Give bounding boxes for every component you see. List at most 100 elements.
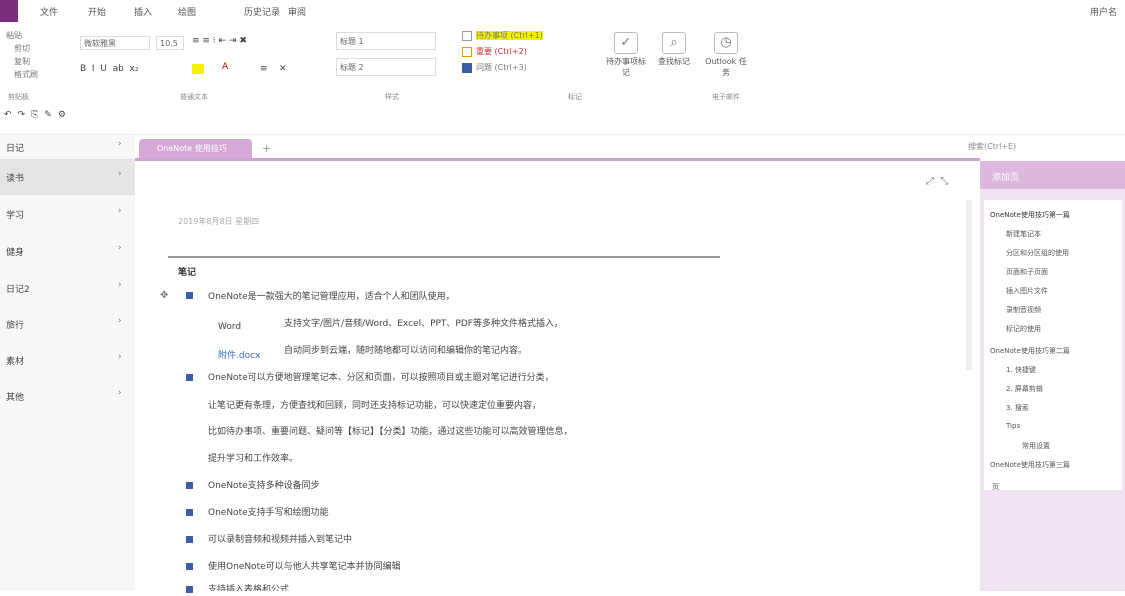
note-line[interactable]: OneNote支持多种设备同步 [208, 478, 320, 491]
font-size-select[interactable]: 10.5 [156, 36, 184, 50]
notebook-item-2[interactable]: 学习 › [0, 196, 135, 232]
outlook-tasks-button[interactable]: ◷ Outlook 任务 [702, 32, 750, 78]
note-line[interactable]: OneNote可以方便地管理笔记本、分区和页面，可以按照项目或主题对笔记进行分类… [208, 370, 554, 383]
notebook-label: 读书 [6, 174, 25, 184]
tab-home[interactable]: 开始 [88, 5, 106, 18]
question-icon [462, 62, 472, 73]
font-grow-icons[interactable]: ≡ ≡ ⁝ ⇤ ⇥ ✖ [192, 36, 247, 46]
bullet-icon [186, 536, 193, 543]
note-line[interactable]: 可以录制音频和视频并插入到笔记中 [208, 532, 352, 545]
add-section-icon[interactable]: + [262, 142, 271, 155]
notebook-label: 其他 [6, 393, 25, 403]
search-input[interactable]: 搜索(Ctrl+E) [968, 141, 1118, 155]
page-item[interactable]: 新建笔记本 [1006, 229, 1041, 239]
tag-todo-label: 待办事项 (Ctrl+1) [476, 31, 543, 40]
word-attachment[interactable]: Word [218, 322, 241, 332]
page-item[interactable]: 3. 搜索 [1006, 403, 1029, 413]
list-item [186, 535, 193, 546]
tag-question[interactable]: 问题 (Ctrl+3) [462, 62, 527, 73]
move-handle-icon[interactable]: ✥ [160, 290, 168, 301]
note-line[interactable]: OneNote是一款强大的笔记管理应用，适合个人和团队使用， [208, 289, 455, 302]
section-tab[interactable]: OneNote 使用技巧 [139, 139, 252, 159]
ribbon-tab-bar: 文件 开始 插入 绘图 历史记录 审阅 视图 用户名 [0, 0, 1125, 24]
undo-icon[interactable]: ↶ [4, 110, 18, 120]
chevron-right-icon: › [118, 139, 122, 149]
todo-tag-button[interactable]: ✓ 待办事项标记 [604, 32, 648, 78]
page-item[interactable]: 2. 屏幕剪辑 [1006, 384, 1043, 394]
page-item[interactable]: 常用设置 [1022, 441, 1050, 451]
tab-draw[interactable]: 绘图 [178, 5, 196, 18]
outlook-icon: ◷ [714, 32, 738, 54]
tab-insert[interactable]: 插入 [134, 5, 152, 18]
notebook-item-7[interactable]: 其他 › [0, 378, 135, 414]
settings-icon[interactable]: ⚙ [58, 110, 72, 120]
page-item[interactable]: 录制音视频 [1006, 305, 1041, 315]
outlook-tasks-button-label: Outlook 任务 [705, 57, 747, 77]
basic-text-group-label: 普通文本 [180, 93, 208, 101]
notebook-item-1[interactable]: 读书 › [0, 159, 135, 195]
expand-icon[interactable]: ⤢ ⤡ [926, 176, 948, 187]
font-color-icon[interactable]: A [222, 62, 228, 72]
list-item [186, 373, 193, 384]
notebook-item-4[interactable]: 日记2 › [0, 270, 135, 306]
page-scrollbar[interactable] [966, 200, 972, 370]
attachment-link[interactable]: 附件.docx [218, 348, 260, 361]
note-line[interactable]: 使用OneNote可以与他人共享笔记本并协同编辑 [208, 559, 401, 572]
user-name[interactable]: 用户名 [1090, 5, 1117, 18]
page-item[interactable]: Tips [1006, 422, 1020, 430]
page-item[interactable]: OneNote使用技巧第二篇 [990, 346, 1070, 356]
chevron-right-icon: › [118, 352, 122, 362]
highlight-icon[interactable] [192, 64, 204, 74]
add-page-button[interactable]: 添加页 [980, 161, 1125, 189]
font-family-select[interactable]: 微软雅黑 [80, 36, 150, 50]
tag-important[interactable]: 重要 (Ctrl+2) [462, 46, 527, 57]
notebook-label: 学习 [6, 211, 25, 221]
app-icon[interactable] [0, 0, 18, 22]
notebook-item-5[interactable]: 旅行 › [0, 306, 135, 342]
note-line[interactable]: 支持插入表格和公式 [208, 582, 289, 591]
tab-history[interactable]: 历史记录 [244, 5, 280, 18]
page-heading: 笔记 [178, 268, 197, 278]
page-item[interactable]: 分区和分区组的使用 [1006, 248, 1069, 258]
copy-icon[interactable]: ⎘ [31, 110, 44, 120]
pen-icon[interactable]: ✎ [44, 110, 58, 120]
note-line[interactable]: 提升学习和工作效率。 [208, 451, 298, 464]
note-line[interactable]: OneNote支持手写和绘图功能 [208, 505, 329, 518]
notebook-label: 素材 [6, 357, 25, 367]
note-line[interactable]: 让笔记更有条理，方便查找和回顾，同时还支持标记功能，可以快速定位重要内容， [208, 398, 541, 411]
tab-file[interactable]: 文件 [40, 5, 58, 18]
text-format-icons[interactable]: B I U ab x₂ [80, 64, 141, 74]
align-icons[interactable]: ≡ ✕ [260, 64, 287, 74]
style-heading1[interactable]: 标题 1 [336, 32, 436, 50]
page-item[interactable]: OneNote使用技巧第三篇 [990, 460, 1070, 470]
style-heading2[interactable]: 标题 2 [336, 58, 436, 76]
page-item[interactable]: 插入图片文件 [1006, 286, 1048, 296]
chevron-right-icon: › [118, 169, 122, 179]
page-item[interactable]: OneNote使用技巧第一篇 [990, 210, 1070, 220]
page-item[interactable]: 标记的使用 [1006, 324, 1041, 334]
format-painter-button[interactable]: 格式刷 [14, 69, 38, 80]
page-item[interactable]: 页面和子页面 [1006, 267, 1048, 277]
note-line[interactable]: 支持文字/图片/音频/Word、Excel、PPT、PDF等多种文件格式插入， [284, 316, 563, 329]
chevron-right-icon: › [118, 316, 122, 326]
cut-button[interactable]: 剪切 [14, 43, 30, 54]
bullet-icon [186, 374, 193, 381]
find-tags-icon: ⌕ [662, 32, 686, 54]
bullet-icon [186, 509, 193, 516]
copy-button[interactable]: 复制 [14, 56, 30, 67]
chevron-right-icon: › [118, 206, 122, 216]
note-line[interactable]: 比如待办事项、重要问题、疑问等【标记】【分类】功能，通过这些功能可以高效管理信息… [208, 424, 573, 437]
redo-icon[interactable]: ↷ [18, 110, 32, 120]
copy-label: 复制 [14, 57, 30, 66]
quick-access-toolbar[interactable]: ↶↷⎘✎⚙ [4, 110, 72, 120]
tag-todo[interactable]: 待办事项 (Ctrl+1) [462, 30, 543, 41]
notebook-item-6[interactable]: 素材 › [0, 342, 135, 378]
paste-button[interactable]: 粘贴 [6, 30, 22, 41]
tab-review[interactable]: 审阅 [288, 5, 306, 18]
chevron-right-icon: › [118, 280, 122, 290]
find-tags-button[interactable]: ⌕ 查找标记 [652, 32, 696, 67]
notebook-item-3[interactable]: 健身 › [0, 233, 135, 269]
email-group-label: 电子邮件 [712, 93, 740, 101]
note-line[interactable]: 自动同步到云端，随时随地都可以访问和编辑你的笔记内容。 [284, 343, 527, 356]
page-item[interactable]: 1. 快捷键 [1006, 365, 1036, 375]
